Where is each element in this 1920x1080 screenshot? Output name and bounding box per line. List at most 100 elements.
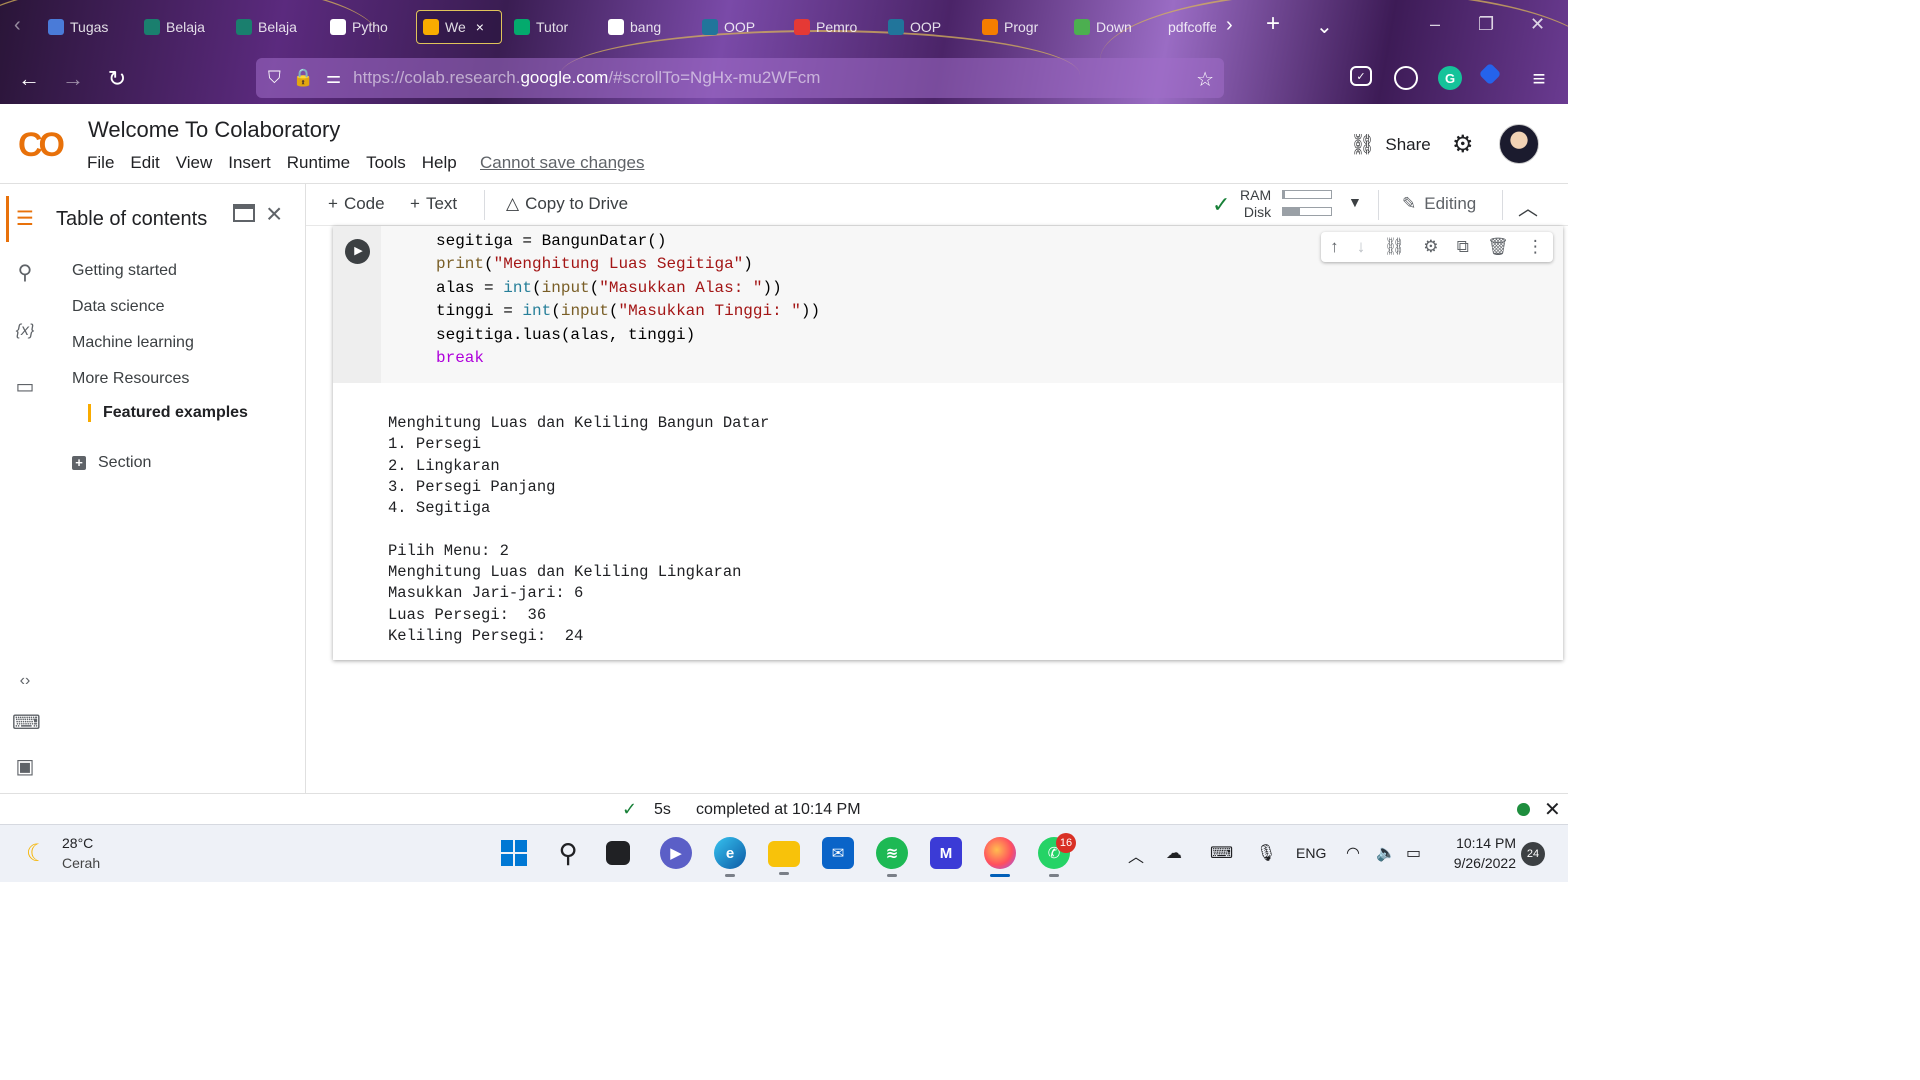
url-text[interactable]: https://colab.research.google.com/#scrol… (353, 68, 820, 88)
language-indicator[interactable]: ENG (1296, 845, 1326, 861)
browser-tab[interactable]: We × (416, 10, 502, 44)
menu-runtime[interactable]: Runtime (287, 153, 350, 173)
grammarly-icon[interactable]: G (1438, 66, 1462, 90)
firefox-icon[interactable] (984, 837, 1016, 877)
browser-tab[interactable]: Pytho (330, 10, 406, 44)
more-options-icon[interactable]: ⋮ (1527, 237, 1544, 257)
open-in-window-icon[interactable] (233, 204, 255, 222)
terminal-icon[interactable]: ▣ (12, 754, 38, 780)
add-section-button[interactable]: + Section (72, 454, 151, 472)
new-tab-icon[interactable]: + (1266, 10, 1280, 38)
close-window-icon[interactable]: ✕ (1530, 14, 1545, 35)
keyboard-icon[interactable]: ⌨ (1210, 843, 1233, 863)
add-text-button[interactable]: + Text (410, 194, 457, 214)
app-m-icon[interactable]: M (930, 837, 962, 869)
toc-item-getting-started[interactable]: Getting started (72, 262, 177, 280)
browser-tab[interactable]: bang (608, 10, 684, 44)
clock-date[interactable]: 9/26/2022 (1440, 855, 1516, 871)
cannot-save-link[interactable]: Cannot save changes (480, 153, 644, 173)
extension-timer-icon[interactable] (1394, 66, 1418, 90)
teams-chat-icon[interactable]: ▶ (660, 837, 692, 869)
search-taskbar-icon[interactable]: ⚲ (552, 837, 584, 869)
extension-icon[interactable] (1478, 62, 1502, 86)
browser-tab[interactable]: Tutor (514, 10, 590, 44)
code-snippets-icon[interactable]: ‹› (12, 668, 38, 694)
code-cell[interactable]: ▶ segitiga = BangunDatar() print("Menghit… (333, 226, 1563, 660)
browser-tab[interactable]: Belaja (144, 10, 220, 44)
menu-hamburger-icon[interactable]: ≡ (1526, 66, 1552, 92)
resource-labels[interactable]: RAM Disk (1240, 187, 1271, 221)
delete-cell-icon[interactable]: 🗑 (1487, 237, 1509, 257)
command-palette-icon[interactable]: ⌨ (12, 710, 41, 736)
minimize-icon[interactable]: – (1430, 14, 1440, 35)
file-explorer-icon[interactable] (768, 841, 800, 875)
maximize-icon[interactable]: ❐ (1478, 14, 1494, 35)
browser-tab[interactable]: Pemro (794, 10, 870, 44)
variables-icon[interactable]: {x} (12, 318, 38, 344)
microphone-icon[interactable]: 🎙 (1256, 843, 1276, 863)
windows-start-icon[interactable] (498, 837, 530, 869)
files-folder-icon[interactable]: ▭ (12, 374, 38, 400)
notification-badge[interactable]: 24 (1521, 842, 1545, 866)
collapse-header-icon[interactable]: ︿ (1518, 192, 1538, 221)
toc-item-data-science[interactable]: Data science (72, 298, 165, 316)
browser-tab[interactable]: OOP (888, 10, 964, 44)
show-hidden-icons-chevron-icon[interactable]: ︿ (1128, 843, 1144, 867)
onedrive-icon[interactable]: ☁ (1166, 843, 1182, 863)
editing-mode-button[interactable]: ✎ Editing (1402, 194, 1476, 214)
task-view-icon[interactable] (606, 841, 630, 865)
tab-scroll-right-icon[interactable]: › (1226, 14, 1233, 37)
menu-tools[interactable]: Tools (366, 153, 406, 173)
pocket-icon[interactable]: ✓ (1350, 66, 1372, 86)
toc-item-featured-examples[interactable]: Featured examples (88, 404, 248, 422)
back-icon[interactable]: ← (16, 66, 42, 92)
notebook-title[interactable]: Welcome To Colaboratory (88, 117, 340, 143)
move-down-icon[interactable]: ↓ (1357, 237, 1366, 257)
menu-help[interactable]: Help (422, 153, 457, 173)
settings-gear-icon[interactable]: ⚙ (1452, 130, 1474, 159)
menu-edit[interactable]: Edit (130, 153, 159, 173)
cell-settings-icon[interactable]: ⚙ (1423, 237, 1438, 257)
edge-icon[interactable]: e (714, 837, 746, 877)
address-bar[interactable]: ⛉ 🔒 ⚌ https://colab.research.google.com/… (256, 58, 1224, 98)
tab-scroll-left-icon[interactable]: ‹ (14, 14, 21, 37)
forward-icon[interactable]: → (60, 66, 86, 92)
close-status-icon[interactable]: ✕ (1544, 797, 1561, 822)
bookmark-star-icon[interactable]: ☆ (1196, 67, 1214, 92)
clock-time[interactable]: 10:14 PM (1440, 835, 1516, 851)
menu-view[interactable]: View (176, 153, 213, 173)
volume-icon[interactable]: 🔈 (1376, 843, 1396, 863)
toc-item-machine-learning[interactable]: Machine learning (72, 334, 194, 352)
move-up-icon[interactable]: ↑ (1330, 237, 1339, 257)
browser-tab[interactable]: Progr (982, 10, 1058, 44)
disk-meter[interactable] (1282, 207, 1332, 216)
link-to-cell-icon[interactable]: ⛓ (1384, 237, 1406, 257)
browser-tab[interactable]: OOP (702, 10, 778, 44)
share-button[interactable]: ⛓ Share (1350, 132, 1431, 157)
toc-item-more-resources[interactable]: More Resources (72, 370, 189, 388)
shield-icon[interactable]: ⛉ (268, 68, 281, 88)
runtime-dropdown-icon[interactable]: ▼ (1348, 194, 1362, 210)
mail-icon[interactable]: ✉ (822, 837, 854, 869)
permissions-icon[interactable]: ⚌ (326, 68, 341, 88)
close-sidebar-icon[interactable]: × (266, 198, 282, 230)
ram-meter[interactable] (1282, 190, 1332, 199)
reload-icon[interactable]: ↻ (104, 66, 130, 92)
avatar[interactable] (1499, 124, 1539, 164)
mirror-cell-icon[interactable]: ⧉ (1457, 237, 1469, 257)
moon-weather-icon[interactable]: ☾ (26, 839, 48, 868)
battery-icon[interactable]: ▭ (1406, 843, 1421, 863)
code-text[interactable]: segitiga = BangunDatar() print("Menghitun… (436, 230, 820, 370)
colab-logo[interactable]: CO (18, 126, 65, 165)
menu-insert[interactable]: Insert (228, 153, 271, 173)
browser-tab[interactable]: Down (1074, 10, 1150, 44)
menu-file[interactable]: File (87, 153, 114, 173)
close-tab-icon[interactable]: × (476, 19, 484, 35)
weather-temperature[interactable]: 28°C (62, 835, 93, 851)
table-of-contents-icon[interactable]: ☰ (12, 206, 38, 232)
wifi-icon[interactable]: ◠ (1346, 843, 1360, 863)
browser-tab[interactable]: Belaja (236, 10, 312, 44)
copy-to-drive-button[interactable]: △ Copy to Drive (506, 194, 628, 214)
add-code-button[interactable]: + Code (328, 194, 385, 214)
lock-icon[interactable]: 🔒 (293, 68, 314, 88)
